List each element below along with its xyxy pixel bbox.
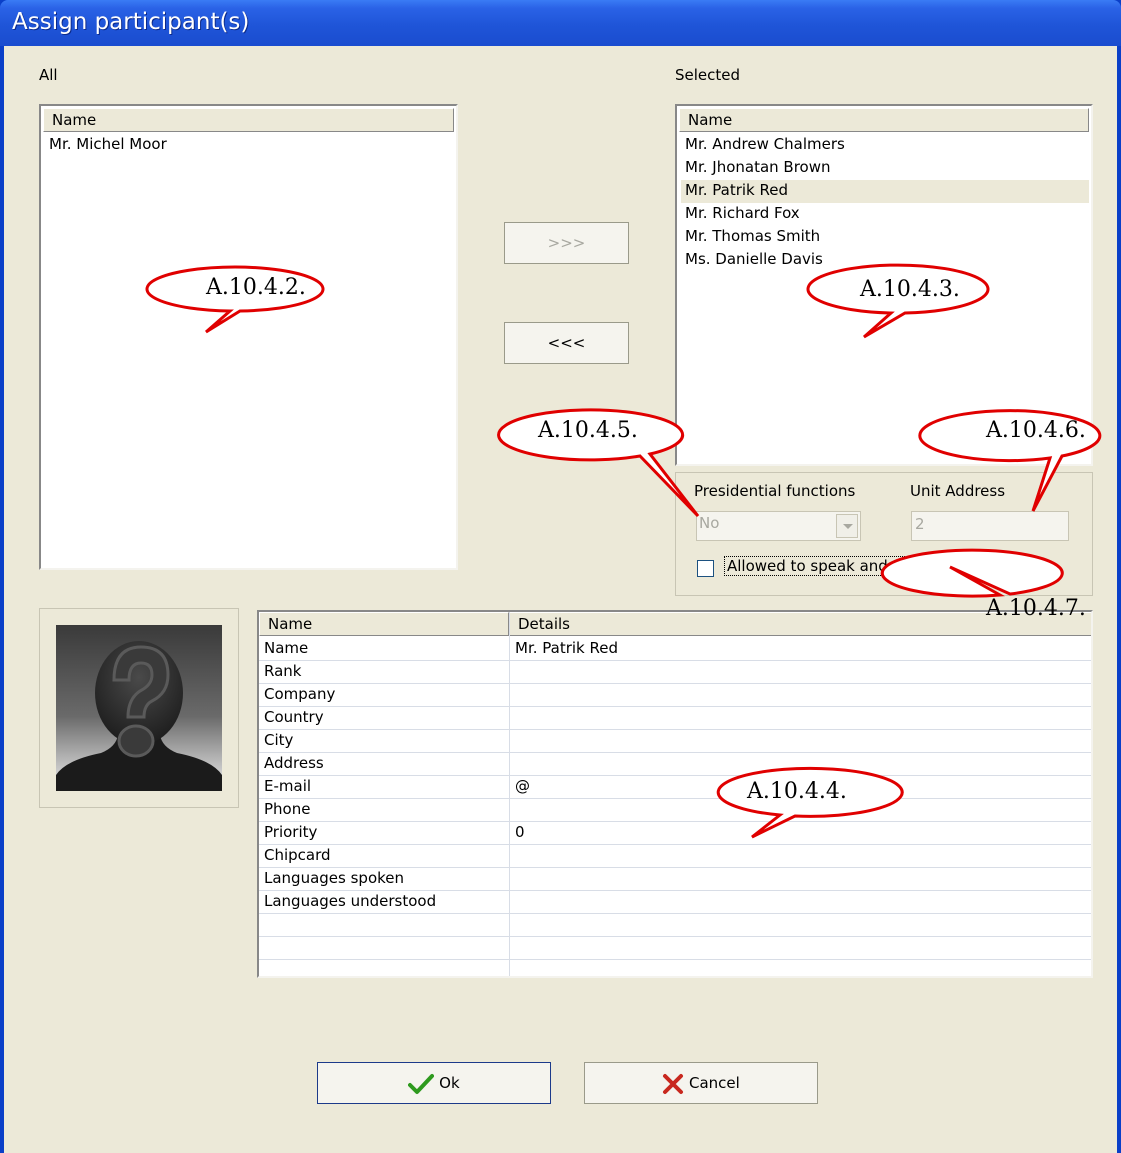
callout-bubble-7	[880, 548, 1064, 598]
dialog-window: Assign participant(s) All Name Mr. Miche…	[0, 0, 1121, 1153]
callout-a-10-4-5: A.10.4.5.	[538, 418, 638, 443]
callout-a-10-4-2: A.10.4.2.	[206, 275, 306, 300]
callout-a-10-4-3: A.10.4.3.	[860, 277, 960, 302]
callout-a-10-4-6: A.10.4.6.	[986, 418, 1086, 443]
annotation-callouts-layer	[145, 263, 1102, 839]
callout-a-10-4-4: A.10.4.4.	[747, 779, 847, 804]
callout-a-10-4-7: A.10.4.7.	[986, 596, 1086, 621]
